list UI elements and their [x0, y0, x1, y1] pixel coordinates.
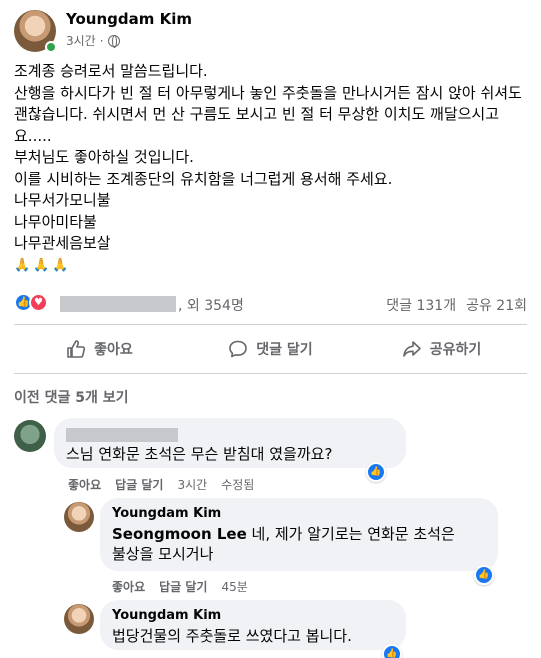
reply-actions: 좋아요 답글 달기 45분: [112, 578, 248, 595]
view-previous-comments-link[interactable]: 이전 댓글 5개 보기: [14, 387, 129, 407]
post-line: 나무아미타불: [14, 212, 97, 231]
post-meta: 3시간 ·: [66, 32, 120, 49]
post-body: 조계종 승려로서 말씀드립니다. 산행을 하시다가 빈 절 터 아무렇게나 놓인…: [14, 61, 529, 276]
reply-comment: Youngdam Kim Seongmoon Lee 네, 제가 알기로는 연화…: [64, 498, 534, 598]
comment-button-label: 댓글 달기: [256, 342, 313, 358]
reply-bubble: Youngdam Kim Seongmoon Lee 네, 제가 알기로는 연화…: [100, 498, 498, 571]
globe-icon: [107, 34, 120, 48]
divider: [14, 324, 527, 325]
share-arrow-icon: [402, 341, 421, 357]
post-header: Youngdam Kim 3시간 ·: [14, 10, 524, 54]
reply-bubble: Youngdam Kim 법당건물의 주춧돌로 쓰였다고 봅니다.: [100, 600, 406, 650]
share-button-label: 공유하기: [429, 342, 482, 358]
praying-hands-emoji: 🙏🙏🙏: [14, 257, 72, 273]
love-reaction-icon: ♥: [29, 293, 48, 312]
share-count[interactable]: 공유 21회: [466, 295, 527, 315]
redacted-commenter-name: [66, 428, 178, 442]
post-actions: 좋아요 댓글 달기 공유하기: [14, 329, 527, 369]
comment-actions: 좋아요 답글 달기 3시간 수정됨: [68, 476, 254, 493]
like-button[interactable]: 좋아요: [14, 329, 185, 369]
reply-text: 법당건물의 주춧돌로 쓰였다고 봅니다.: [112, 627, 352, 645]
reply-reply-link[interactable]: 답글 달기: [159, 578, 207, 595]
thumbs-up-icon: [67, 340, 86, 358]
reply-like-badge-icon[interactable]: 👍: [474, 565, 494, 585]
commenter-avatar[interactable]: [14, 420, 46, 452]
reaction-icons[interactable]: 👍 ♥: [14, 293, 48, 312]
comment: 스님 연화문 초석은 무슨 받침대 였을까요? 👍 좋아요 답글 달기 3시간 …: [14, 418, 534, 498]
reaction-count[interactable]: , 외 354명: [178, 295, 244, 315]
post-author-name[interactable]: Youngdam Kim: [66, 10, 192, 28]
share-button[interactable]: 공유하기: [356, 329, 527, 369]
reply-author-name[interactable]: Youngdam Kim: [112, 506, 486, 522]
comment-edited-label: 수정됨: [221, 478, 255, 492]
comment-text: 스님 연화문 초석은 무슨 받침대 였을까요?: [66, 445, 333, 463]
reply-like-link[interactable]: 좋아요: [112, 578, 145, 595]
reply-author-avatar[interactable]: [64, 604, 94, 634]
comment-button[interactable]: 댓글 달기: [185, 329, 356, 369]
reply-author-name[interactable]: Youngdam Kim: [112, 608, 394, 624]
post-line: 나무서가모니불: [14, 191, 111, 209]
reactions-bar: 👍 ♥ , 외 354명 댓글 131개 공유 21회: [14, 293, 527, 315]
mentioned-user-tag[interactable]: Seongmoon Lee: [112, 525, 247, 543]
post-line: 부처님도 좋아하실 것입니다.: [14, 148, 194, 166]
post-stats: 댓글 131개 공유 21회: [386, 295, 527, 315]
reply-text: Seongmoon Lee 네, 제가 알기로는 연화문 초석은: [112, 525, 455, 543]
comment-icon: [229, 340, 248, 358]
post-timestamp[interactable]: 3시간: [66, 32, 96, 49]
reply-time[interactable]: 45분: [221, 578, 247, 595]
comment-like-badge-icon[interactable]: 👍: [366, 462, 386, 482]
comment-count[interactable]: 댓글 131개: [386, 295, 456, 315]
reply-author-avatar[interactable]: [64, 502, 94, 532]
reply-text-line2: 불상을 모시거나: [112, 545, 214, 563]
comment-time[interactable]: 3시간: [177, 476, 207, 493]
like-button-label: 좋아요: [94, 342, 133, 358]
reply-comment: Youngdam Kim 법당건물의 주춧돌로 쓰였다고 봅니다. 👍: [64, 600, 534, 658]
online-status-indicator: [45, 41, 57, 53]
post-line: 나무관세음보살: [14, 234, 111, 252]
divider: [14, 373, 527, 374]
comment-bubble: 스님 연화문 초석은 무슨 받침대 였을까요?: [54, 418, 406, 468]
post-line: 이를 시비하는 조계종단의 유치함을 너그럽게 용서해 주세요.: [14, 169, 393, 188]
reply-like-badge-icon[interactable]: 👍: [382, 644, 402, 658]
comment-like-link[interactable]: 좋아요: [68, 476, 101, 493]
comment-reply-link[interactable]: 답글 달기: [115, 476, 163, 493]
post-line: 산행을 하시다가 빈 절 터 아무렇게나 놓인 주춧돌을 만나시거든 잠시 앉아…: [14, 83, 522, 145]
redacted-reactor-name: [60, 296, 176, 312]
post-line: 조계종 승려로서 말씀드립니다.: [14, 62, 208, 80]
